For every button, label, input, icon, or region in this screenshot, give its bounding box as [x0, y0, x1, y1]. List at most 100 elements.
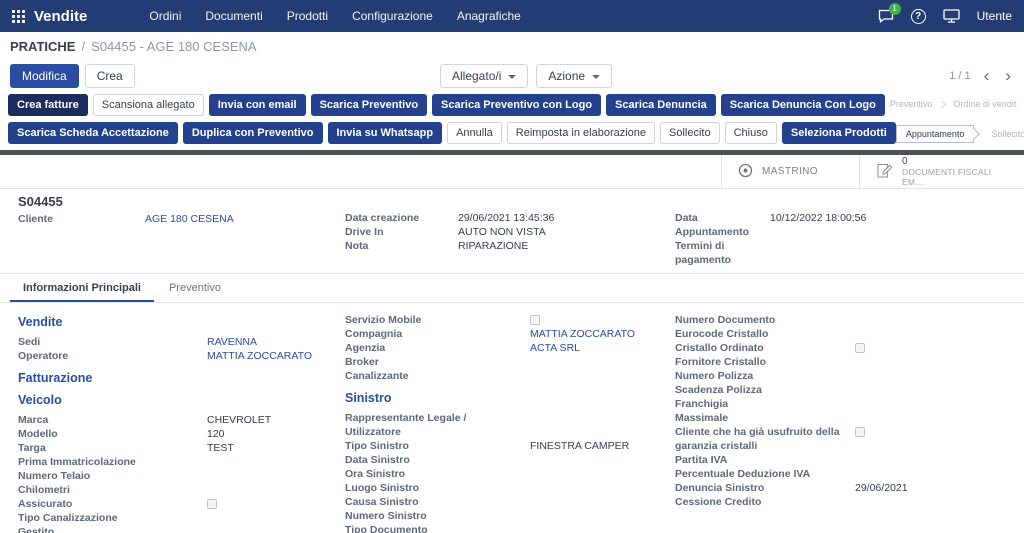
- seleziona-prodotti-button[interactable]: Seleziona Prodotti: [782, 122, 896, 144]
- field-label: Numero Telaio: [18, 469, 207, 483]
- crea-fatture-button[interactable]: Crea fatture: [8, 94, 88, 116]
- tab-preventivo[interactable]: Preventivo: [156, 274, 234, 302]
- form-field-numero-polizza: Numero Polizza: [675, 369, 1014, 383]
- app-brand[interactable]: Vendite: [34, 8, 87, 25]
- documenti-fiscali-button[interactable]: 0 DOCUMENTI FISCALI EM...: [859, 155, 1024, 188]
- status-step-sollecito: Sollecito: [982, 126, 1024, 142]
- field-label: Cliente: [18, 212, 145, 226]
- section-heading-fatturazione: Fatturazione: [18, 371, 345, 385]
- form-field-percentuale-deduzione-iva: Percentuale Deduzione IVA: [675, 467, 1014, 481]
- allegati-dropdown[interactable]: Allegato/i: [440, 64, 528, 88]
- scarica-denuncia-button[interactable]: Scarica Denuncia: [606, 94, 716, 116]
- field-label: Cliente che ha già usufruito della garan…: [675, 425, 855, 453]
- status-step-appuntamento: Appuntamento: [896, 125, 975, 143]
- cristallo-ordinato-checkbox[interactable]: [855, 343, 865, 353]
- field-label: Massimale: [675, 411, 855, 425]
- breadcrumb-current: S04455 - AGE 180 CESENA: [91, 39, 256, 54]
- form-field-gestito: Gestito: [18, 525, 345, 533]
- chevron-down-icon: [592, 75, 600, 79]
- field-value[interactable]: RAVENNA: [207, 335, 257, 349]
- form-field-denuncia-sinistro: Denuncia Sinistro29/06/2021: [675, 481, 1014, 495]
- field-value: 120: [207, 427, 225, 441]
- display-icon[interactable]: [943, 9, 960, 23]
- form-field-servizio-mobile: Servizio Mobile: [345, 313, 675, 327]
- tab-bar: Informazioni PrincipaliPreventivo: [0, 274, 1024, 303]
- annulla-button[interactable]: Annulla: [447, 122, 502, 144]
- form-field-agenzia: AgenziaACTA SRL: [345, 341, 675, 355]
- field-label: Fornitore Cristallo: [675, 355, 855, 369]
- toolbar-row-2: Scarica Scheda AccettazioneDuplica con P…: [8, 122, 1016, 144]
- record-column-1: S04455 ClienteAGE 180 CESENA: [18, 194, 345, 267]
- field-value[interactable]: MATTIA ZOCCARATO: [530, 327, 635, 341]
- field-value[interactable]: ACTA SRL: [530, 341, 580, 355]
- form-field-targa: TargaTEST: [18, 441, 345, 455]
- chat-icon[interactable]: 1: [878, 9, 894, 23]
- documenti-fiscali-label: DOCUMENTI FISCALI EM...: [902, 167, 1008, 187]
- scarica-denuncia-con-logo-button[interactable]: Scarica Denuncia Con Logo: [721, 94, 885, 116]
- modifica-button[interactable]: Modifica: [10, 64, 79, 88]
- workflow-steps-row-2: AppuntamentoSollecitoFatturatoChiuso: [896, 125, 1024, 143]
- duplica-con-preventivo-button[interactable]: Duplica con Preventivo: [183, 122, 323, 144]
- next-page-button[interactable]: ›: [1002, 69, 1014, 83]
- assicurato-checkbox[interactable]: [207, 499, 217, 509]
- tab-informazioni-principali[interactable]: Informazioni Principali: [10, 274, 154, 302]
- field-label: Data creazione: [345, 211, 458, 225]
- field-label: Prima Immatricolazione: [18, 455, 207, 469]
- field-label: Cessione Credito: [675, 495, 855, 509]
- menu-item-anagrafiche[interactable]: Anagrafiche: [457, 9, 521, 23]
- azione-dropdown[interactable]: Azione: [536, 64, 612, 88]
- azione-dropdown-label: Azione: [548, 69, 585, 83]
- field-value[interactable]: AGE 180 CESENA: [145, 212, 234, 226]
- menu-item-documenti[interactable]: Documenti: [205, 9, 262, 23]
- menu-item-ordini[interactable]: Ordini: [149, 9, 181, 23]
- menu-item-configurazione[interactable]: Configurazione: [352, 9, 433, 23]
- field-label: Compagnia: [345, 327, 530, 341]
- field-value[interactable]: MATTIA ZOCCARATO: [207, 349, 312, 363]
- scarica-preventivo-button[interactable]: Scarica Preventivo: [311, 94, 427, 116]
- apps-grid-icon[interactable]: [12, 10, 25, 23]
- form-field-numero-sinistro: Numero Sinistro: [345, 509, 675, 523]
- form-field-prima-immatricolazione: Prima Immatricolazione: [18, 455, 345, 469]
- servizio-mobile-checkbox[interactable]: [530, 315, 540, 325]
- allegati-dropdown-label: Allegato/i: [452, 69, 501, 83]
- toolbar-buttons-row-1: Crea fattureScansiona allegatoInvia con …: [8, 94, 885, 116]
- sollecito-button[interactable]: Sollecito: [660, 122, 720, 144]
- record-header: S04455 ClienteAGE 180 CESENA Data creazi…: [0, 189, 1024, 274]
- edit-document-icon: [876, 162, 893, 182]
- help-icon[interactable]: ?: [911, 9, 926, 24]
- field-value: 29/06/2021: [855, 481, 908, 495]
- field-label: Broker: [345, 355, 530, 369]
- menu-item-prodotti[interactable]: Prodotti: [287, 9, 328, 23]
- invia-su-whatsapp-button[interactable]: Invia su Whatsapp: [328, 122, 443, 144]
- field-label: Partita IVA: [675, 453, 855, 467]
- scarica-scheda-accettazione-button[interactable]: Scarica Scheda Accettazione: [8, 122, 178, 144]
- reimposta-in-elaborazione-button[interactable]: Reimposta in elaborazione: [507, 122, 655, 144]
- chiuso-button[interactable]: Chiuso: [725, 122, 777, 144]
- crea-button[interactable]: Crea: [85, 64, 135, 88]
- form-field-compagnia: CompagniaMATTIA ZOCCARATO: [345, 327, 675, 341]
- field-label: Servizio Mobile: [345, 313, 530, 327]
- field-label: Drive In: [345, 225, 458, 239]
- field-label: Operatore: [18, 349, 207, 363]
- user-menu[interactable]: Utente: [977, 9, 1012, 23]
- mastrino-label: MASTRINO: [762, 166, 818, 177]
- breadcrumb: PRATICHE / S04455 - AGE 180 CESENA: [0, 32, 1024, 60]
- mastrino-button[interactable]: MASTRINO: [721, 155, 859, 188]
- scarica-preventivo-con-logo-button[interactable]: Scarica Preventivo con Logo: [432, 94, 601, 116]
- form-field-tipo-documento: Tipo Documento: [345, 523, 675, 533]
- cliente-che-ha-gi-usufruito-della-garanzia-cristalli-checkbox[interactable]: [855, 427, 865, 437]
- breadcrumb-root[interactable]: PRATICHE: [10, 39, 75, 54]
- form-field-ora-sinistro: Ora Sinistro: [345, 467, 675, 481]
- form-field-franchigia: Franchigia: [675, 397, 1014, 411]
- navbar-left: Vendite Ordini Documenti Prodotti Configura…: [12, 8, 521, 25]
- form-field-assicurato: Assicurato: [18, 497, 345, 511]
- record-code: S04455: [18, 194, 345, 209]
- invia-con-email-button[interactable]: Invia con email: [209, 94, 306, 116]
- form-field-cliente-che-ha-gi-usufruito-della-garanzia-cristalli: Cliente che ha già usufruito della garan…: [675, 425, 1014, 453]
- field-value: 10/12/2022 18:00:56: [770, 211, 866, 225]
- chat-badge: 1: [889, 3, 901, 15]
- form-field-tipo-canalizzazione: Tipo Canalizzazione: [18, 511, 345, 525]
- field-label: Nota: [345, 239, 458, 253]
- prev-page-button[interactable]: ‹: [981, 69, 993, 83]
- scansiona-allegato-button[interactable]: Scansiona allegato: [93, 94, 204, 116]
